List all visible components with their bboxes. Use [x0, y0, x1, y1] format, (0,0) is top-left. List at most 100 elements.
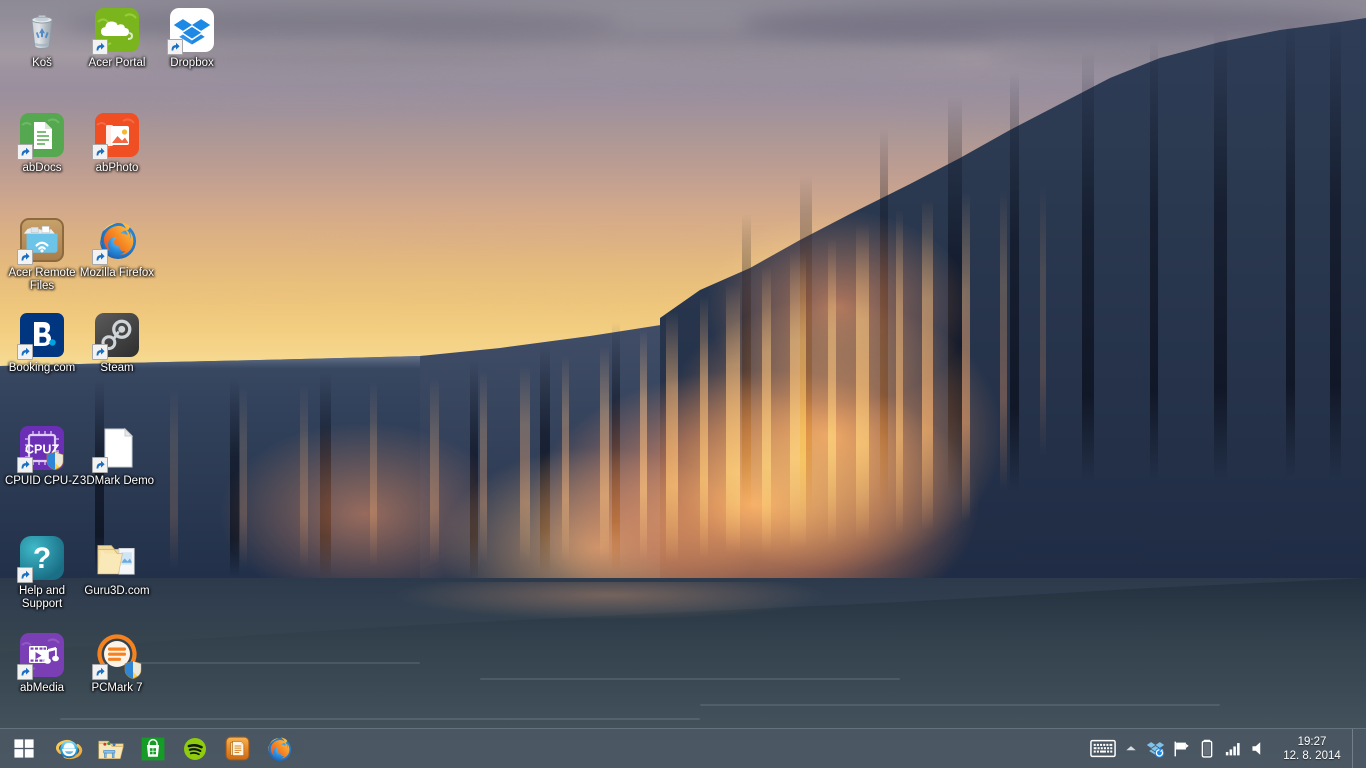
desktop-icon-3dmark-demo[interactable]: 3DMark Demo	[79, 424, 155, 488]
flag-icon	[1174, 741, 1189, 756]
tray-touch-keyboard[interactable]	[1086, 729, 1120, 768]
desktop-icon-label: PCMark 7	[91, 682, 143, 694]
desktop-icon-recycle-bin[interactable]: Koš	[4, 6, 80, 70]
desktop-icon-cpuid-cpu-z[interactable]: CPUZ CPUID CPU-Z	[4, 424, 80, 488]
internet-explorer-icon	[55, 739, 83, 759]
help-icon: ?	[17, 534, 66, 583]
file-explorer-icon	[98, 740, 124, 759]
shortcut-arrow-icon	[17, 457, 33, 473]
tray-dropbox[interactable]	[1142, 729, 1168, 768]
shortcut-arrow-icon	[92, 39, 108, 55]
desktop-icon-abphoto[interactable]: abPhoto	[79, 111, 155, 175]
shortcut-arrow-icon	[92, 144, 108, 160]
tray-volume[interactable]	[1246, 729, 1272, 768]
cloud	[40, 96, 560, 110]
recycle-bin-icon	[18, 6, 66, 54]
windows-logo-icon	[13, 739, 34, 758]
desktop-icon-label: Help and Support	[18, 585, 66, 610]
water-sun-reflection	[300, 582, 920, 648]
desktop-icon-label: Acer Portal	[88, 57, 146, 69]
shortcut-arrow-icon	[167, 39, 183, 55]
desktop-icon-abdocs[interactable]: abDocs	[4, 111, 80, 175]
cloud	[200, 70, 900, 88]
desktop-icon-label: Acer Remote Files	[8, 267, 76, 292]
windows-store-icon	[141, 737, 165, 760]
dropbox-sync-icon	[1146, 742, 1164, 758]
shortcut-arrow-icon	[92, 664, 108, 680]
signal-bars-icon	[1225, 742, 1240, 755]
spotify-icon	[184, 737, 206, 760]
shortcut-arrow-icon	[17, 249, 33, 265]
notes-icon	[225, 736, 249, 761]
shortcut-arrow-icon	[92, 249, 108, 265]
acer-portal-icon	[92, 6, 141, 55]
desktop-icon-booking-com[interactable]: Booking.com	[4, 311, 80, 375]
desktop-icon-acer-remote-files[interactable]: Acer Remote Files	[4, 216, 80, 292]
desktop-icon-steam[interactable]: Steam	[79, 311, 155, 375]
cloud	[560, 48, 980, 68]
tray-battery[interactable]	[1194, 729, 1220, 768]
abmedia-icon	[17, 631, 66, 680]
desktop-icon-label: Mozilla Firefox	[79, 267, 155, 279]
desktop-icon-label: Steam	[100, 362, 134, 374]
shortcut-arrow-icon	[92, 344, 108, 360]
desktop-icon-acer-portal[interactable]: Acer Portal	[79, 6, 155, 70]
taskbar-app-list	[48, 729, 300, 768]
clock-time: 19:27	[1297, 735, 1327, 748]
desktop-icon-label: Booking.com	[8, 362, 76, 374]
taskbar-app-firefox[interactable]	[258, 729, 300, 768]
show-desktop-button[interactable]	[1352, 728, 1360, 768]
desktop-icon-dropbox[interactable]: Dropbox	[154, 6, 230, 70]
desktop-icon-label: Koš	[32, 57, 52, 69]
abdocs-icon	[17, 111, 66, 160]
clock-date: 12. 8. 2014	[1283, 749, 1341, 762]
shortcut-arrow-icon	[92, 457, 108, 473]
taskbar-app-notes[interactable]	[216, 729, 258, 768]
shortcut-arrow-icon	[17, 144, 33, 160]
desktop-icon-abmedia[interactable]: abMedia	[4, 631, 80, 695]
tray-action-center[interactable]	[1168, 729, 1194, 768]
keyboard-icon	[1090, 739, 1116, 758]
desktop-wallpaper	[0, 0, 1366, 768]
speaker-icon	[1252, 742, 1261, 755]
shortcut-arrow-icon	[17, 344, 33, 360]
taskbar-app-internet-explorer[interactable]	[48, 729, 90, 768]
taskbar-app-spotify[interactable]	[174, 729, 216, 768]
tray-network[interactable]	[1220, 729, 1246, 768]
start-button[interactable]	[0, 729, 48, 768]
folder-icon	[93, 534, 141, 582]
booking-icon	[17, 311, 66, 360]
desktop-icon-help-and-support[interactable]: ? Help and Support	[4, 534, 80, 610]
firefox-icon	[268, 737, 292, 761]
chevron-up-icon	[1126, 746, 1136, 751]
desktop-icon-label: Dropbox	[170, 57, 214, 69]
system-tray: 19:27 12. 8. 2014	[1086, 728, 1366, 768]
desktop-icon-mozilla-firefox[interactable]: Mozilla Firefox	[79, 216, 155, 280]
pcmark7-icon	[92, 631, 142, 680]
desktop-icon-label: abMedia	[19, 682, 65, 694]
desktop-icon-pcmark-7[interactable]: PCMark 7	[79, 631, 155, 695]
shortcut-arrow-icon	[17, 664, 33, 680]
blank-document-icon	[92, 424, 141, 473]
desktop[interactable]: Koš Acer Portal Dropbox abDocs abPhoto A…	[0, 0, 1366, 768]
desktop-icon-label: abPhoto	[95, 162, 139, 174]
taskbar-app-windows-store[interactable]	[132, 729, 174, 768]
svg-text:?: ?	[33, 542, 51, 575]
acer-remote-files-icon	[17, 216, 66, 265]
desktop-icon-label: 3DMark Demo	[79, 475, 155, 487]
desktop-icon-guru3d-com[interactable]: Guru3D.com	[79, 534, 155, 598]
shortcut-arrow-icon	[17, 567, 33, 583]
cpuz-icon: CPUZ	[17, 424, 66, 473]
dropbox-icon	[167, 6, 216, 55]
desktop-icon-label: Guru3D.com	[84, 585, 150, 597]
battery-icon	[1201, 739, 1213, 758]
desktop-icon-label: CPUID CPU-Z	[4, 475, 80, 487]
taskbar-clock[interactable]: 19:27 12. 8. 2014	[1272, 729, 1352, 768]
taskbar[interactable]: 19:27 12. 8. 2014	[0, 728, 1366, 768]
taskbar-app-file-explorer[interactable]	[90, 729, 132, 768]
cloud	[60, 290, 660, 298]
steam-icon	[92, 311, 141, 360]
desktop-icon-label: abDocs	[22, 162, 62, 174]
abphoto-icon	[92, 111, 141, 160]
tray-show-hidden-icons[interactable]	[1120, 729, 1142, 768]
